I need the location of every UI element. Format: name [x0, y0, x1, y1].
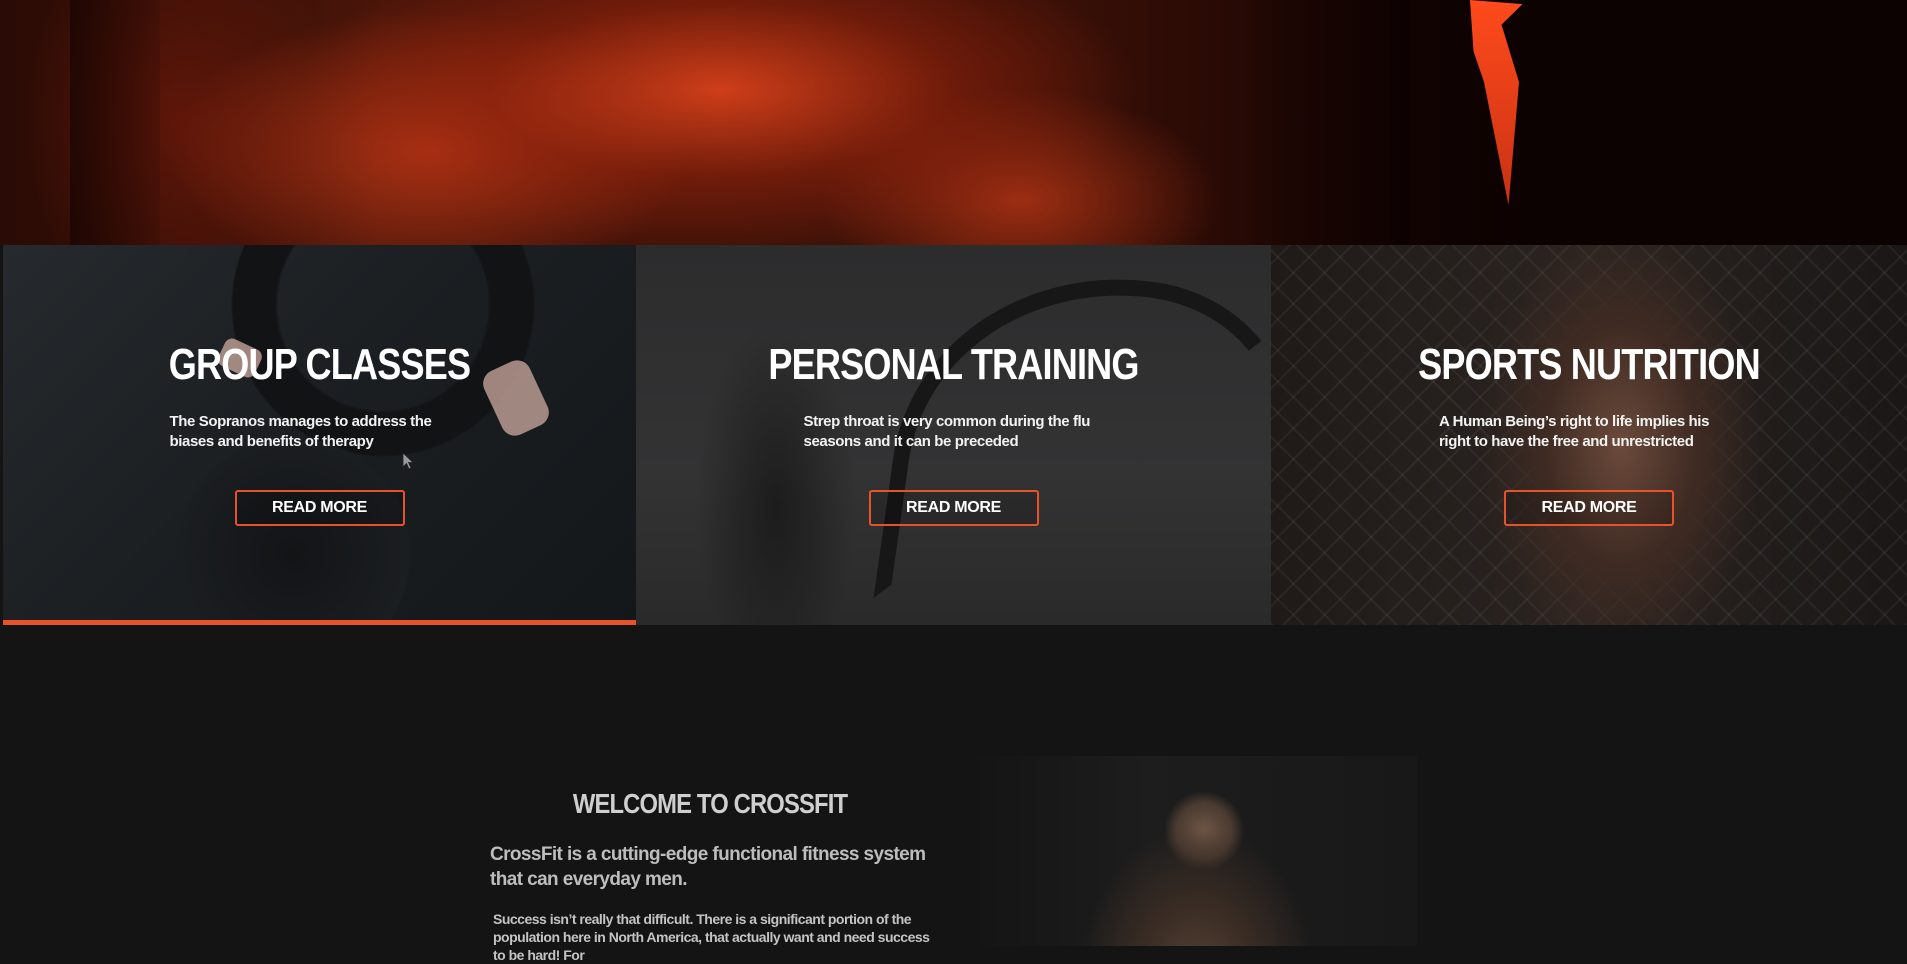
service-title: GROUP CLASSES	[168, 340, 471, 389]
athlete-photo	[967, 756, 1417, 946]
service-title: SPORTS NUTRITION	[1418, 340, 1761, 389]
welcome-section: WELCOME TO CROSSFIT CrossFit is a cuttin…	[490, 788, 930, 964]
service-description: The Sopranos manages to address the bias…	[169, 413, 432, 450]
active-card-indicator	[3, 620, 636, 625]
service-card-sports-nutrition[interactable]: SPORTS NUTRITION A Human Being’s right t…	[1271, 245, 1907, 625]
welcome-title: WELCOME TO CROSSFIT	[572, 788, 848, 819]
welcome-lead: CrossFit is a cutting-edge functional fi…	[490, 844, 926, 890]
service-title: PERSONAL TRAINING	[768, 340, 1139, 389]
services-section: GROUP CLASSES The Sopranos manages to ad…	[3, 245, 1907, 625]
read-more-button[interactable]: READ MORE	[234, 490, 405, 526]
read-more-button[interactable]: READ MORE	[1504, 490, 1674, 526]
mouse-cursor-icon	[402, 452, 414, 470]
hero-shadow-right	[1250, 0, 1410, 245]
service-card-group-classes[interactable]: GROUP CLASSES The Sopranos manages to ad…	[3, 245, 636, 625]
service-description: Strep throat is very common during the f…	[803, 413, 1091, 450]
hero-shadow-left	[70, 0, 160, 245]
hero-dark-band	[1390, 0, 1907, 245]
read-more-button[interactable]: READ MORE	[868, 490, 1039, 526]
welcome-body: Success isn’t really that difficult. The…	[493, 911, 930, 963]
service-description: A Human Being’s right to life implies hi…	[1439, 413, 1710, 450]
hero-banner	[0, 0, 1907, 245]
service-card-personal-training[interactable]: PERSONAL TRAINING Strep throat is very c…	[636, 245, 1271, 625]
